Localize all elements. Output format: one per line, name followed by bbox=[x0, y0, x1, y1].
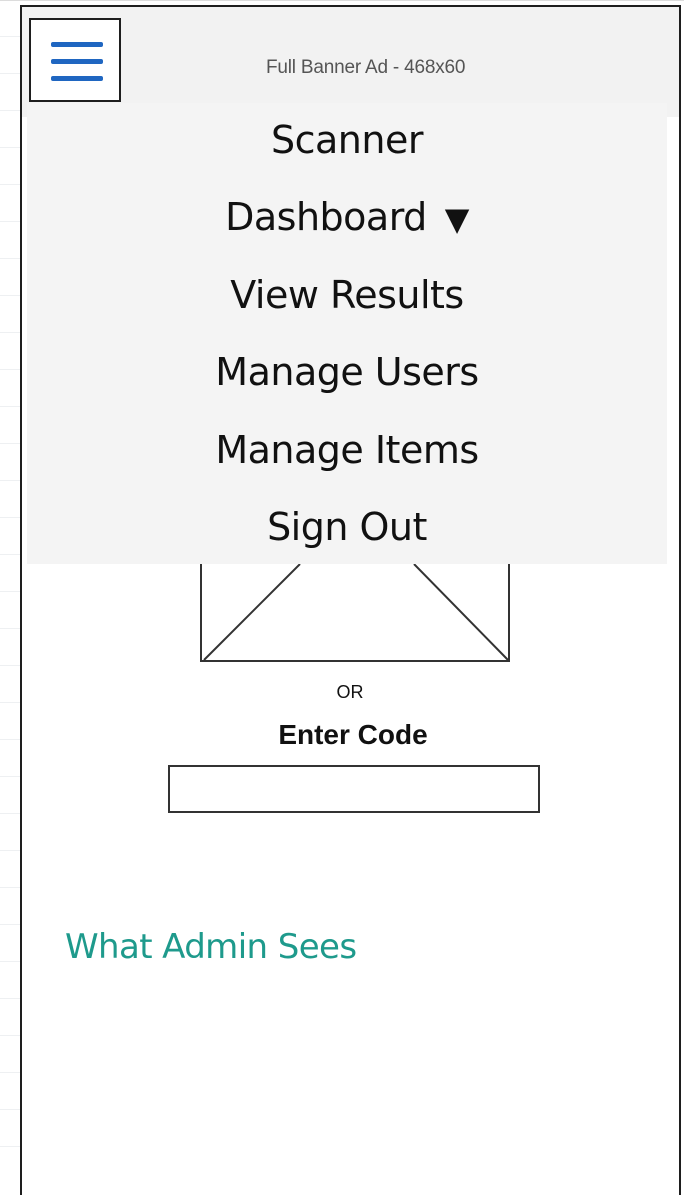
menu-item-label: Scanner bbox=[271, 118, 423, 162]
caret-down-icon: ▼ bbox=[444, 200, 470, 238]
banner-ad-label: Full Banner Ad - 468x60 bbox=[266, 57, 466, 78]
hamburger-menu-icon-bar-top bbox=[51, 42, 103, 47]
or-divider-label: OR bbox=[336, 682, 364, 702]
image-placeholder-icon bbox=[200, 564, 510, 662]
menu-item-label: Manage Items bbox=[215, 428, 479, 472]
hamburger-menu-button[interactable] bbox=[29, 18, 121, 102]
menu-item-label: Sign Out bbox=[267, 505, 427, 549]
menu-item-manage-users[interactable]: Manage Users bbox=[27, 349, 667, 395]
menu-item-view-results[interactable]: View Results bbox=[27, 272, 667, 318]
top-rule bbox=[0, 0, 684, 1]
gutter-grid bbox=[0, 0, 20, 1179]
image-placeholder-cross bbox=[203, 564, 509, 661]
hamburger-menu-icon-bar-bottom bbox=[51, 76, 103, 81]
menu-item-label: Manage Users bbox=[215, 350, 479, 394]
menu-item-manage-items[interactable]: Manage Items bbox=[27, 427, 667, 473]
code-input[interactable] bbox=[168, 765, 540, 813]
menu-item-scanner[interactable]: Scanner bbox=[27, 117, 667, 163]
nav-menu-panel: Scanner Dashboard ▼ View Results Manage U… bbox=[27, 103, 667, 564]
menu-item-dashboard[interactable]: Dashboard ▼ bbox=[27, 194, 667, 242]
hamburger-menu-icon-bar-middle bbox=[51, 59, 103, 64]
enter-code-heading: Enter Code bbox=[278, 719, 428, 750]
menu-item-label: View Results bbox=[230, 273, 464, 317]
menu-item-label: Dashboard bbox=[225, 195, 427, 239]
what-admin-sees-link[interactable]: What Admin Sees bbox=[65, 927, 357, 967]
menu-item-sign-out[interactable]: Sign Out bbox=[27, 504, 667, 550]
